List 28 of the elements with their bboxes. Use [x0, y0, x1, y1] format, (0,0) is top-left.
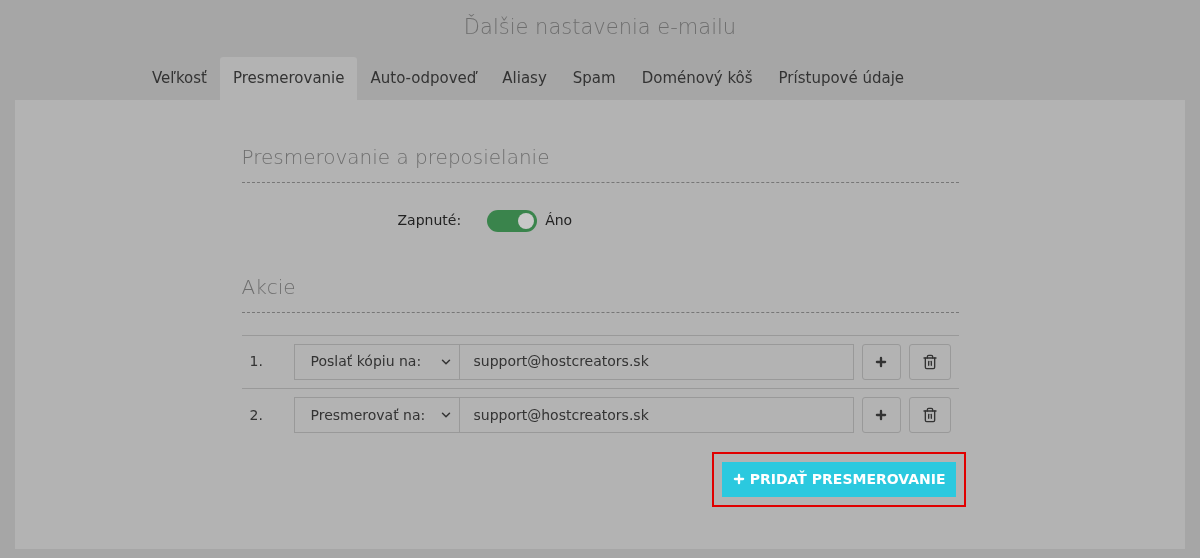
action-select[interactable]: Poslať kópiu na: [293, 343, 460, 380]
delete-button[interactable] [908, 343, 951, 380]
trash-icon [921, 353, 938, 370]
tab[interactable]: Prístupové údaje [765, 56, 918, 100]
tab[interactable]: Presmerovanie [220, 56, 358, 100]
toggle-value: Áno [545, 211, 573, 230]
toggle-label: Zapnuté: [397, 211, 462, 230]
delete-button[interactable] [908, 397, 951, 433]
page-title: Ďalšie nastavenia e-mailu [463, 13, 737, 41]
tab[interactable]: Veľkosť [139, 56, 220, 100]
add-row-button[interactable] [861, 397, 901, 433]
row-number: 1. [249, 352, 264, 371]
trash-icon [921, 407, 938, 423]
plus-icon [874, 354, 888, 369]
address-field[interactable]: support@hostcreators.sk [459, 397, 854, 433]
row-number: 2. [249, 405, 264, 425]
tab[interactable]: Aliasy [489, 56, 560, 100]
plus-icon [874, 408, 888, 422]
plus-icon [731, 472, 746, 486]
tab[interactable]: Auto-odpoveď [357, 56, 490, 100]
address-field[interactable]: support@hostcreators.sk [459, 343, 854, 380]
add-row-button[interactable] [861, 343, 901, 380]
tab[interactable]: Doménový kôš [628, 56, 766, 100]
action-select[interactable]: Presmerovať na: [293, 397, 460, 433]
section-title: Akcie [241, 271, 959, 313]
tab[interactable]: Spam [559, 56, 629, 100]
section-title: Presmerovanie a preposielanie [241, 141, 959, 183]
toggle-switch[interactable] [487, 209, 538, 232]
